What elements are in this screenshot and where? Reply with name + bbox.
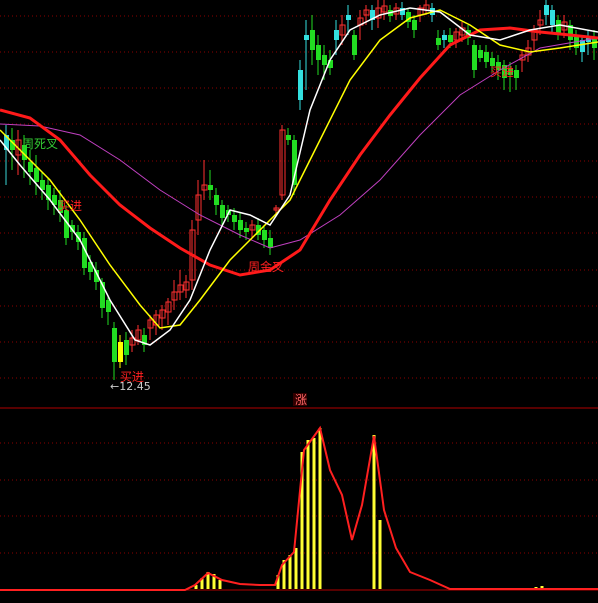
candlesticks — [4, 0, 597, 380]
candle-body-39 — [238, 220, 243, 230]
candle-body-55 — [334, 30, 339, 40]
candle-body-57 — [346, 15, 351, 20]
candle-body-50 — [304, 35, 309, 40]
candle-body-49 — [298, 70, 303, 100]
buy-label-3: 买进 — [490, 65, 514, 79]
candle-body-19 — [118, 342, 123, 362]
golden-cross-label: 周金叉 — [248, 259, 284, 274]
candle-body-4 — [28, 162, 33, 172]
candle-body-47 — [286, 135, 291, 140]
stock-chart: 周死叉 买进 买进 买进 周金叉 ←12.45 涨 — [0, 0, 598, 603]
candle-body-44 — [268, 238, 273, 248]
candle-body-96 — [580, 40, 585, 52]
ma-yellow-line — [0, 9, 598, 329]
candle-body-73 — [442, 35, 447, 40]
indicator-panel — [0, 425, 598, 591]
candle-body-18 — [112, 328, 117, 362]
candle-body-90 — [544, 5, 549, 15]
candle-body-74 — [448, 35, 453, 42]
candle-body-35 — [214, 195, 219, 205]
candle-body-79 — [478, 50, 483, 58]
candle-body-38 — [232, 215, 237, 222]
indicator-line — [0, 425, 598, 591]
candle-body-34 — [208, 185, 213, 190]
price-chart-svg: 周死叉 买进 买进 买进 周金叉 ←12.45 涨 — [0, 0, 598, 591]
candle-body-40 — [244, 228, 249, 232]
indicator-marker: 涨 — [295, 392, 307, 407]
candle-body-85 — [514, 70, 519, 78]
candle-body-80 — [484, 52, 489, 62]
candle-body-78 — [472, 45, 477, 70]
candle-body-53 — [322, 55, 327, 65]
death-cross-label: 周死叉 — [22, 137, 58, 151]
buy-label-1: 买进 — [58, 199, 82, 213]
candle-body-68 — [412, 20, 417, 30]
candle-body-91 — [550, 10, 555, 25]
candle-body-5 — [34, 168, 39, 182]
candle-body-72 — [436, 38, 441, 45]
moving-average-lines — [0, 7, 598, 346]
candle-body-43 — [262, 230, 267, 240]
candle-body-51 — [310, 30, 315, 50]
candle-body-36 — [220, 205, 225, 218]
candle-body-58 — [352, 35, 357, 55]
candle-body-52 — [316, 45, 321, 60]
candle-body-20 — [124, 340, 129, 355]
low-price-marker: ←12.45 — [110, 380, 151, 393]
